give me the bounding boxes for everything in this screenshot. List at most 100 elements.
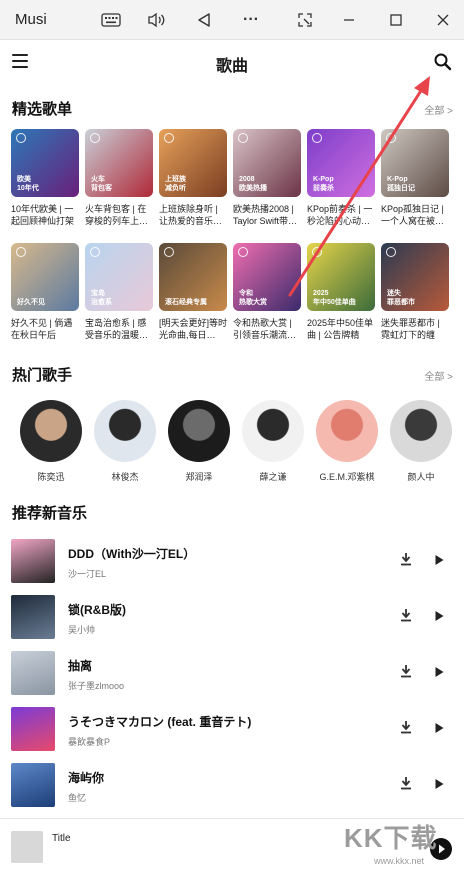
close-icon[interactable] xyxy=(429,6,457,34)
playlist-grid: 欧美 10年代 10年代欧美 | 一起回顾神仙打架 火车 背包客 火车背包客 | 在穿梭的… xyxy=(11,129,457,357)
playlist-tag: 上班族 减负听 xyxy=(165,175,186,193)
netease-badge-icon xyxy=(164,133,174,143)
playlist-cover: 2025 年中50佳单曲 xyxy=(307,243,375,311)
playlist-card[interactable]: 2008 欧美热播 欧美热播2008 | Taylor Swift带… xyxy=(233,129,301,243)
download-icon[interactable] xyxy=(399,608,413,622)
playlist-tag-line: 欧美 xyxy=(17,176,31,183)
playlist-card[interactable]: 滚石经典专属 [明天会更好]等时光命曲,每日… xyxy=(159,243,227,357)
playlist-tag-line: 火车 xyxy=(91,176,105,183)
playlist-tag: 好久不见 xyxy=(17,298,45,307)
artist-avatar xyxy=(316,400,378,462)
artist-item[interactable]: 薛之谦 xyxy=(236,400,310,483)
playlist-cover: 滚石经典专属 xyxy=(159,243,227,311)
playlist-tag-line: 减负听 xyxy=(165,185,186,192)
playlist-cover: 上班族 减负听 xyxy=(159,129,227,197)
playlist-tag: 令和 热歌大赏 xyxy=(239,289,267,307)
playlist-card[interactable]: 宝岛 治愈系宝岛治愈系 | 感受音乐的温暖… xyxy=(85,243,153,357)
download-icon[interactable] xyxy=(399,720,413,734)
netease-badge-icon xyxy=(312,247,322,257)
playlist-cover: K-Pop 前奏杀 xyxy=(307,129,375,197)
artist-name: 陈奕迅 xyxy=(37,472,65,482)
artist-item[interactable]: 郑润泽 xyxy=(162,400,236,483)
back-triangle-icon[interactable] xyxy=(190,6,218,34)
new-music-title: 推荐新音乐 xyxy=(12,505,88,522)
playlist-cover: 宝岛 治愈系 xyxy=(85,243,153,311)
app-header: 歌曲 xyxy=(0,40,464,84)
song-artist: 沙一汀EL xyxy=(68,569,107,579)
featured-more-link[interactable]: 全部 > xyxy=(424,102,453,117)
playlist-tag-line: 欧美热播 xyxy=(239,185,267,192)
artist-avatar xyxy=(390,400,452,462)
playlist-tag: 迷失 罪恶都市 xyxy=(387,289,415,307)
playlist-tag-line: 治愈系 xyxy=(91,299,112,306)
playlist-cover: 令和 热歌大赏 xyxy=(233,243,301,311)
play-icon[interactable] xyxy=(433,553,445,565)
volume-icon[interactable] xyxy=(143,6,171,34)
playlist-name: 火车背包客 | 在穿梭的列车上… xyxy=(85,204,149,226)
download-icon[interactable] xyxy=(399,664,413,678)
playlist-cover: 迷失 罪恶都市 xyxy=(381,243,449,311)
watermark-text: KK下载 xyxy=(344,823,438,853)
playlist-card[interactable]: 好久不见 好久不见 | 倘遇在秋日午后 xyxy=(11,243,79,357)
playlist-card[interactable]: 2025 年中50佳单曲 2025年中50佳单曲 | 公告牌精选… xyxy=(307,243,375,357)
playlist-tag-line: 令和 xyxy=(239,290,253,297)
search-icon[interactable] xyxy=(433,52,453,72)
playlist-tag-line: 10年代 xyxy=(17,185,39,192)
song-cover xyxy=(11,651,55,695)
netease-badge-icon xyxy=(90,133,100,143)
playlist-tag: 宝岛 治愈系 xyxy=(91,289,112,307)
song-cover xyxy=(11,539,55,583)
playlist-tag-line: 背包客 xyxy=(91,185,112,192)
download-icon[interactable] xyxy=(399,552,413,566)
netease-badge-icon xyxy=(16,133,26,143)
netease-badge-icon xyxy=(312,133,322,143)
page-title: 歌曲 xyxy=(215,58,248,75)
playlist-cover: 好久不见 xyxy=(11,243,79,311)
playlist-card[interactable]: 火车背包客火车背包客 | 在穿梭的列车上… xyxy=(85,129,153,243)
playlist-card[interactable]: 上班族 减负听 上班族除身听 | 让热爱的音乐… xyxy=(159,129,227,243)
song-row[interactable]: DDD（With沙一汀EL） 沙一汀EL xyxy=(0,539,464,595)
playlist-card[interactable]: K-Pop 前奏杀 KPop前奏杀 | 一秒沦陷的心动… xyxy=(307,129,375,243)
playlist-tag-line: 上班族 xyxy=(165,176,186,183)
keyboard-icon[interactable] xyxy=(97,6,125,34)
song-artist: 鱼忆 xyxy=(68,793,87,803)
netease-badge-icon xyxy=(386,247,396,257)
play-icon[interactable] xyxy=(433,777,445,789)
song-row[interactable]: うそつきマカロン (feat. 重音テト) 暴飲暴食P xyxy=(0,707,464,763)
playlist-card[interactable]: 令和 热歌大赏令和热歌大赏 | 引领音乐潮流… xyxy=(233,243,301,357)
download-icon[interactable] xyxy=(399,776,413,790)
window-titlebar: Musi ··· xyxy=(0,0,464,40)
playlist-card[interactable]: K-Pop 孤独日记 KPop孤独日记 | 一个人窝在被… xyxy=(381,129,449,243)
playlist-tag-line: 2025 xyxy=(313,290,329,297)
play-icon[interactable] xyxy=(433,609,445,621)
song-row[interactable]: 锁(R&B版) 吴小帅 xyxy=(0,595,464,651)
more-dots-icon[interactable]: ··· xyxy=(237,6,265,34)
playlist-name: KPop孤独日记 | 一个人窝在被… xyxy=(381,204,445,226)
screenshot-icon[interactable] xyxy=(291,6,319,34)
playlist-name: 迷失罪恶都市 | 霓虹灯下的缠绵… xyxy=(381,318,440,340)
artist-item[interactable]: 陈奕迅 xyxy=(14,400,88,483)
play-icon[interactable] xyxy=(433,665,445,677)
artist-name: 颜人中 xyxy=(407,472,435,482)
play-icon[interactable] xyxy=(433,721,445,733)
playlist-card[interactable]: 迷失罪恶都市迷失罪恶都市 | 霓虹灯下的缠绵… xyxy=(381,243,449,357)
song-title: 锁(R&B版) xyxy=(68,603,126,617)
maximize-icon[interactable] xyxy=(382,6,410,34)
artist-item[interactable]: 颜人中 xyxy=(384,400,458,483)
playlist-name: KPop前奏杀 | 一秒沦陷的心动… xyxy=(307,204,373,226)
song-row[interactable]: 抽离 张子墨zlmooo xyxy=(0,651,464,707)
artist-item[interactable]: 林俊杰 xyxy=(88,400,162,483)
artists-more-link[interactable]: 全部 > xyxy=(424,368,453,383)
playlist-tag-line: 年中50佳单曲 xyxy=(313,299,356,306)
minimize-icon[interactable] xyxy=(335,6,363,34)
song-cover xyxy=(11,595,55,639)
playlist-name: 宝岛治愈系 | 感受音乐的温暖… xyxy=(85,318,149,340)
song-artist: 吴小帅 xyxy=(68,625,96,635)
song-row[interactable]: 海屿你 鱼忆 xyxy=(0,763,464,819)
artist-item[interactable]: G.E.M.邓紫棋 xyxy=(310,400,384,483)
playlist-name: 令和热歌大赏 | 引领音乐潮流… xyxy=(233,318,297,340)
playlist-cover: K-Pop 孤独日记 xyxy=(381,129,449,197)
netease-badge-icon xyxy=(164,247,174,257)
playlist-tag-line: 前奏杀 xyxy=(313,185,334,192)
playlist-card[interactable]: 欧美 10年代 10年代欧美 | 一起回顾神仙打架 xyxy=(11,129,79,243)
